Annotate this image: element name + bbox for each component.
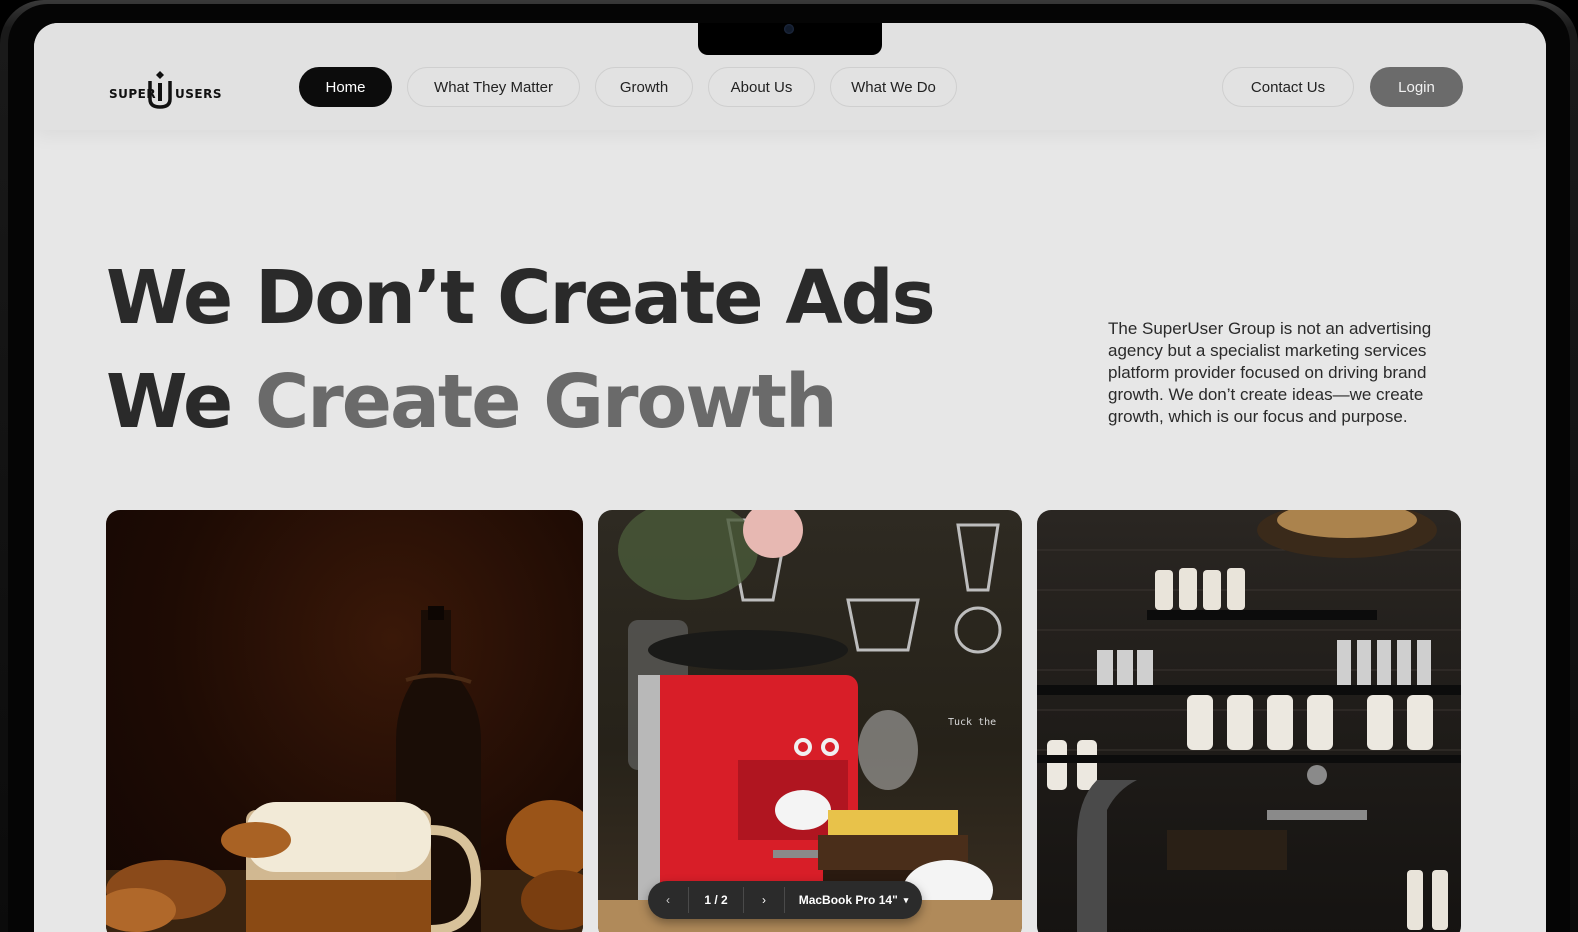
device-selector-label: MacBook Pro 14": [798, 893, 898, 907]
contact-us-button[interactable]: Contact Us: [1222, 67, 1354, 107]
gallery-image-coffee[interactable]: Tuck the: [598, 510, 1022, 932]
hero-headline-accent: Create Growth: [254, 359, 838, 445]
logo-right-word: USERS: [175, 87, 222, 101]
camera-notch: [698, 23, 882, 55]
preview-toolbar: ‹ 1 / 2 › MacBook Pro 14" ▾: [648, 881, 922, 919]
camera-icon: [784, 24, 794, 34]
gallery-image-beer[interactable]: [106, 510, 583, 932]
previous-page-button[interactable]: ‹: [648, 881, 688, 919]
beer-scene: [106, 606, 583, 932]
chevron-left-icon: ‹: [666, 893, 670, 907]
browser-viewport: SUPER USERS Home What They Matter Growth…: [34, 23, 1546, 932]
superusers-logo[interactable]: SUPER USERS: [109, 69, 222, 109]
device-selector-dropdown[interactable]: MacBook Pro 14" ▾: [785, 893, 922, 907]
hero-headline-line1: We Don’t Create Ads: [106, 255, 936, 341]
hero-description: The SuperUser Group is not an advertisin…: [1108, 319, 1432, 426]
hero-headline-line2-start: We: [106, 359, 233, 445]
next-page-button[interactable]: ›: [744, 881, 784, 919]
chevron-right-icon: ›: [762, 893, 766, 907]
gallery-image-bar[interactable]: [1037, 510, 1461, 932]
nav-home-button[interactable]: Home: [299, 67, 392, 107]
page-indicator: 1 / 2: [704, 893, 728, 907]
chevron-down-icon: ▾: [903, 894, 909, 905]
svg-text:Tuck the: Tuck the: [948, 717, 996, 728]
hero-headline-line2: We Create Growth: [106, 359, 838, 445]
nav-what-they-matter-button[interactable]: What They Matter: [407, 67, 580, 107]
bar-scene: [1037, 510, 1461, 932]
coffee-scene: Tuck the: [598, 510, 1022, 932]
logo-u-icon: [148, 71, 172, 109]
nav-growth-button[interactable]: Growth: [595, 67, 693, 107]
login-button[interactable]: Login: [1370, 67, 1463, 107]
nav-about-us-button[interactable]: About Us: [708, 67, 815, 107]
nav-what-we-do-button[interactable]: What We Do: [830, 67, 957, 107]
